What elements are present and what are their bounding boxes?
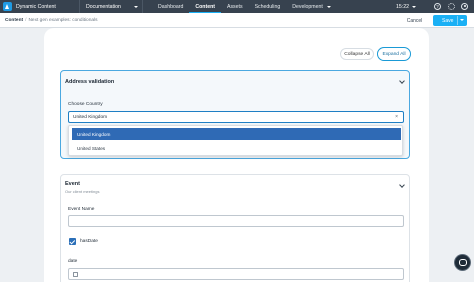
chevron-down-icon <box>326 5 331 8</box>
nav-content[interactable]: Content <box>189 0 221 13</box>
hasdate-checkbox[interactable] <box>69 238 76 245</box>
cancel-button[interactable]: Cancel <box>401 16 428 25</box>
brand[interactable]: Dynamic Content <box>0 0 76 13</box>
save-divider <box>457 16 458 25</box>
calendar-icon[interactable] <box>73 272 78 277</box>
breadcrumb-root[interactable]: Content <box>5 18 23 23</box>
clear-icon[interactable]: × <box>395 114 398 120</box>
country-label: Choose Country <box>68 102 103 107</box>
nav-scheduling[interactable]: Scheduling <box>249 0 287 13</box>
event-name-label: Event Name <box>68 207 95 212</box>
chevron-down-icon[interactable] <box>399 182 405 188</box>
hub-name: Documentation <box>86 3 121 10</box>
main-nav: Dashboard Content Assets Scheduling Deve… <box>152 0 337 13</box>
help-icon[interactable] <box>434 3 441 10</box>
breadcrumb-separator: / <box>25 17 27 23</box>
app-logo-icon <box>3 2 12 11</box>
chevron-down-icon[interactable] <box>399 78 405 84</box>
settings-icon[interactable] <box>448 3 455 10</box>
hasdate-label: hasDate <box>80 239 98 244</box>
nav-dashboard[interactable]: Dashboard <box>152 0 189 13</box>
country-option-united-states[interactable]: United States <box>72 142 401 154</box>
chat-icon[interactable] <box>455 255 470 270</box>
date-input[interactable] <box>68 268 404 280</box>
top-navigation-bar: Dynamic Content Documentation Dashboard … <box>0 0 474 13</box>
nav-assets[interactable]: Assets <box>221 0 249 13</box>
event-name-input[interactable] <box>68 215 404 227</box>
country-select[interactable]: United Kingdom × <box>68 111 404 123</box>
breadcrumb-current: Next gen examples: conditionals <box>28 17 98 23</box>
expand-all-button[interactable]: Expand All <box>377 47 411 61</box>
clock-time: 15:22 <box>396 3 409 10</box>
country-select-value: United Kingdom <box>73 114 108 120</box>
event-section: Event Our client meetings Event Name has… <box>60 174 410 282</box>
chevron-down-icon <box>134 5 138 8</box>
chevron-down-icon[interactable] <box>460 19 464 21</box>
section-title: Event <box>65 181 80 187</box>
nav-development[interactable]: Development <box>286 0 337 13</box>
hub-selector[interactable]: Documentation <box>79 0 143 13</box>
breadcrumb-bar: Content / Next gen examples: conditional… <box>0 13 474 28</box>
section-subtitle: Our client meetings <box>65 189 100 194</box>
country-dropdown-list: United Kingdom United States <box>68 125 403 156</box>
app-name: Dynamic Content <box>16 3 56 10</box>
date-label: date <box>68 259 78 264</box>
country-option-united-kingdom[interactable]: United Kingdom <box>72 128 401 140</box>
save-button[interactable]: Save <box>433 15 467 26</box>
chevron-down-icon <box>411 5 416 8</box>
nav-development-label: Development <box>292 3 323 10</box>
section-title: Address validation <box>65 79 115 85</box>
user-icon[interactable] <box>461 3 468 10</box>
save-button-label: Save <box>442 17 454 24</box>
clock-selector[interactable]: 15:22 <box>396 0 416 13</box>
collapse-all-button[interactable]: Collapse All <box>340 48 374 60</box>
